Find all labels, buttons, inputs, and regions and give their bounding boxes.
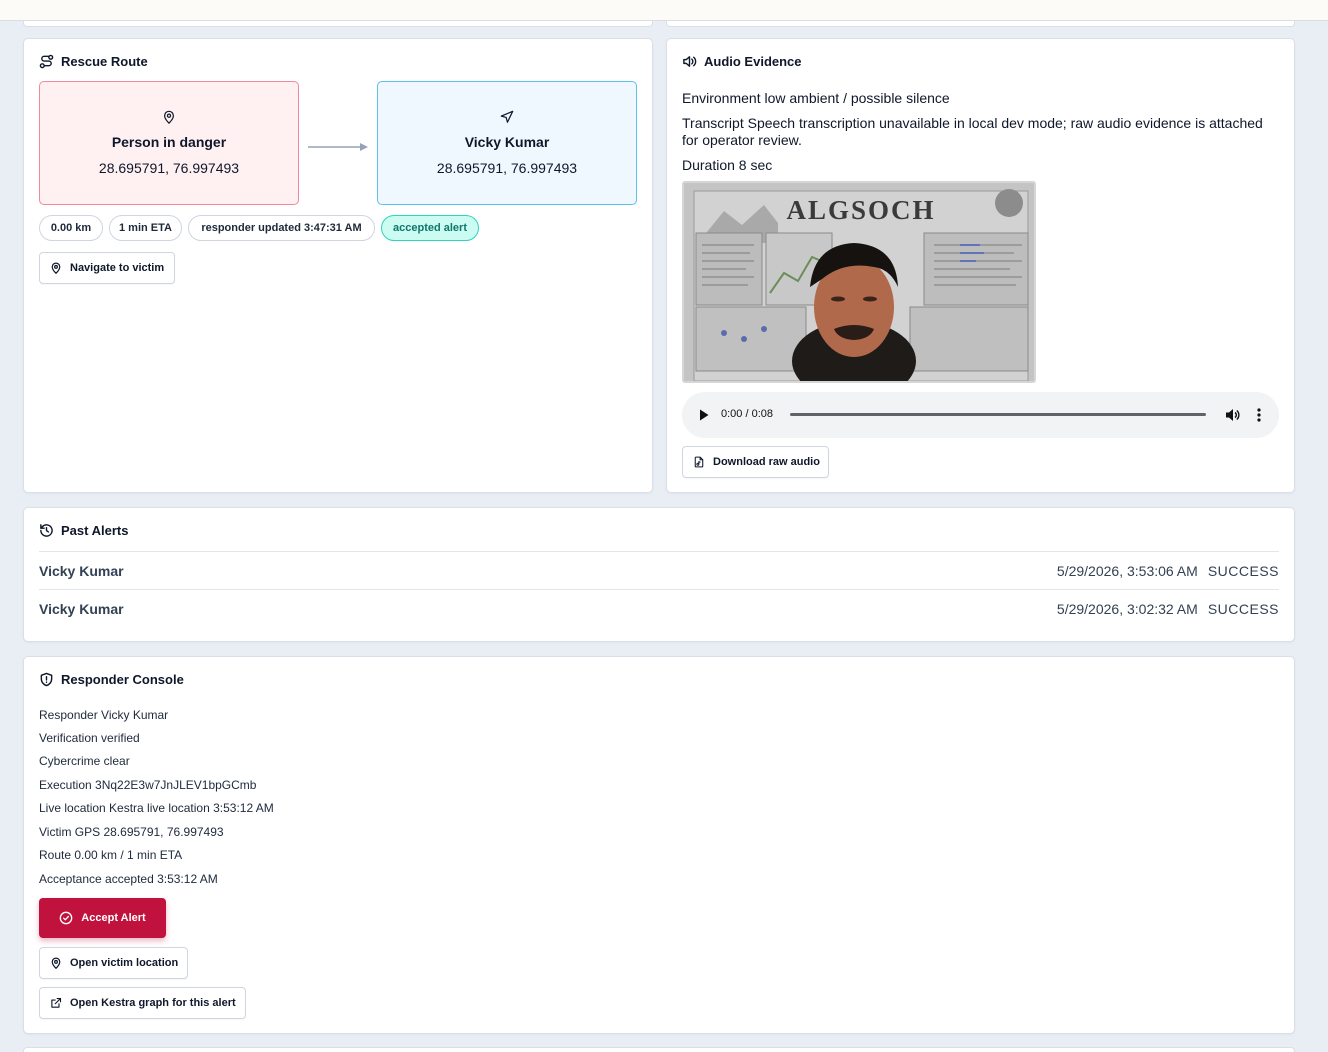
- past-alert-name: Vicky Kumar: [39, 562, 124, 579]
- console-verification: Verification verified: [39, 731, 140, 745]
- audio-player[interactable]: 0:00 / 0:08: [682, 392, 1279, 438]
- victim-coords: 28.695791, 76.997493: [98, 160, 240, 176]
- past-alert-time: 5/29/2026, 3:53:06 AM: [1056, 562, 1198, 579]
- map-pin-icon: [164, 110, 174, 124]
- audio-evidence-card: Audio Evidence Environment low ambient /…: [666, 38, 1295, 493]
- victim-location-box: Person in danger 28.695791, 76.997493: [39, 81, 299, 205]
- console-live-location: Live location Kestra live location 3:53:…: [39, 801, 274, 815]
- accept-alert-button[interactable]: Accept Alert: [39, 898, 166, 938]
- console-responder: Responder Vicky Kumar: [39, 708, 169, 722]
- console-acceptance: Acceptance accepted 3:53:12 AM: [39, 872, 218, 886]
- console-execution: Execution 3Nq22E3w7JnJLEV1bpGCmb: [39, 778, 257, 792]
- next-card-edge: [23, 1047, 1295, 1052]
- rescue-route-header: Rescue Route: [39, 54, 148, 69]
- responder-coords: 28.695791, 76.997493: [436, 160, 578, 176]
- status-badge: accepted alert: [381, 215, 479, 241]
- past-alert-name: Vicky Kumar: [39, 600, 124, 617]
- environment-text: Environment low ambient / possible silen…: [682, 90, 950, 106]
- external-link-icon: [51, 997, 62, 1008]
- rescue-route-card: Rescue Route Person in danger 28.695791,…: [23, 38, 653, 493]
- eta-pill: 1 min ETA: [109, 215, 182, 241]
- past-alerts-header: Past Alerts: [39, 523, 128, 538]
- past-alert-time: 5/29/2026, 3:02:32 AM: [1056, 600, 1198, 617]
- audio-evidence-title: Audio Evidence: [704, 54, 802, 69]
- video-overlay-title: ALGSOCH: [786, 195, 936, 225]
- previous-card-edge: [23, 21, 653, 27]
- responder-title: Vicky Kumar: [464, 134, 550, 150]
- accept-alert-label: Accept Alert: [81, 912, 146, 924]
- past-alert-row[interactable]: Vicky Kumar 5/29/2026, 3:02:32 AM SUCCES…: [39, 589, 1279, 627]
- past-alerts-card: Past Alerts Vicky Kumar 5/29/2026, 3:53:…: [23, 507, 1295, 642]
- audio-progress-track[interactable]: [790, 413, 1206, 416]
- volume-icon[interactable]: [1225, 408, 1240, 422]
- past-alert-status: SUCCESS: [1207, 600, 1279, 617]
- download-label: Download raw audio: [713, 456, 820, 468]
- duration-text: Duration 8 sec: [682, 157, 773, 173]
- top-strip: [0, 0, 1328, 21]
- responder-console-card: Responder Console Responder Vicky Kumar …: [23, 656, 1295, 1034]
- past-alert-row[interactable]: Vicky Kumar 5/29/2026, 3:53:06 AM SUCCES…: [39, 551, 1279, 589]
- victim-title: Person in danger: [111, 134, 227, 150]
- responder-console-title: Responder Console: [61, 672, 184, 687]
- check-circle-icon: [59, 911, 73, 925]
- past-alert-status: SUCCESS: [1207, 562, 1279, 579]
- player-time: 0:00 / 0:08: [721, 408, 773, 420]
- navigate-label: Navigate to victim: [70, 262, 165, 274]
- history-icon: [40, 524, 53, 537]
- download-raw-audio-button[interactable]: Download raw audio: [682, 446, 829, 478]
- console-route: Route 0.00 km / 1 min ETA: [39, 848, 183, 862]
- open-kestra-graph-button[interactable]: Open Kestra graph for this alert: [39, 987, 246, 1019]
- distance-pill: 0.00 km: [39, 215, 103, 241]
- shield-icon: [40, 672, 53, 687]
- route-arrow-icon: [308, 143, 368, 151]
- rescue-route-title: Rescue Route: [61, 54, 148, 69]
- route-icon: [39, 54, 54, 69]
- console-victim-gps: Victim GPS 28.695791, 76.997493: [39, 825, 224, 839]
- console-cybercrime: Cybercrime clear: [39, 754, 130, 768]
- updated-pill: responder updated 3:47:31 AM: [188, 215, 375, 241]
- evidence-video-frame[interactable]: ALGSOCH: [682, 181, 1036, 383]
- audio-file-icon: [694, 456, 704, 468]
- transcript-text: Transcript Speech transcription unavaila…: [682, 115, 1263, 148]
- audio-evidence-header: Audio Evidence: [682, 54, 802, 69]
- map-pin-icon: [51, 262, 61, 274]
- map-pin-icon: [51, 957, 61, 969]
- navigation-arrow-icon: [500, 110, 514, 123]
- responder-console-header: Responder Console: [39, 672, 184, 687]
- responder-location-box: Vicky Kumar 28.695791, 76.997493: [377, 81, 637, 205]
- more-options-icon[interactable]: [1257, 408, 1261, 422]
- past-alerts-title: Past Alerts: [61, 523, 129, 538]
- open-graph-label: Open Kestra graph for this alert: [70, 997, 236, 1009]
- play-icon[interactable]: [699, 409, 709, 421]
- speaker-icon: [683, 56, 697, 67]
- navigate-to-victim-button[interactable]: Navigate to victim: [39, 252, 175, 284]
- previous-card-edge: [666, 21, 1295, 27]
- open-location-label: Open victim location: [70, 957, 179, 969]
- open-victim-location-button[interactable]: Open victim location: [39, 947, 188, 979]
